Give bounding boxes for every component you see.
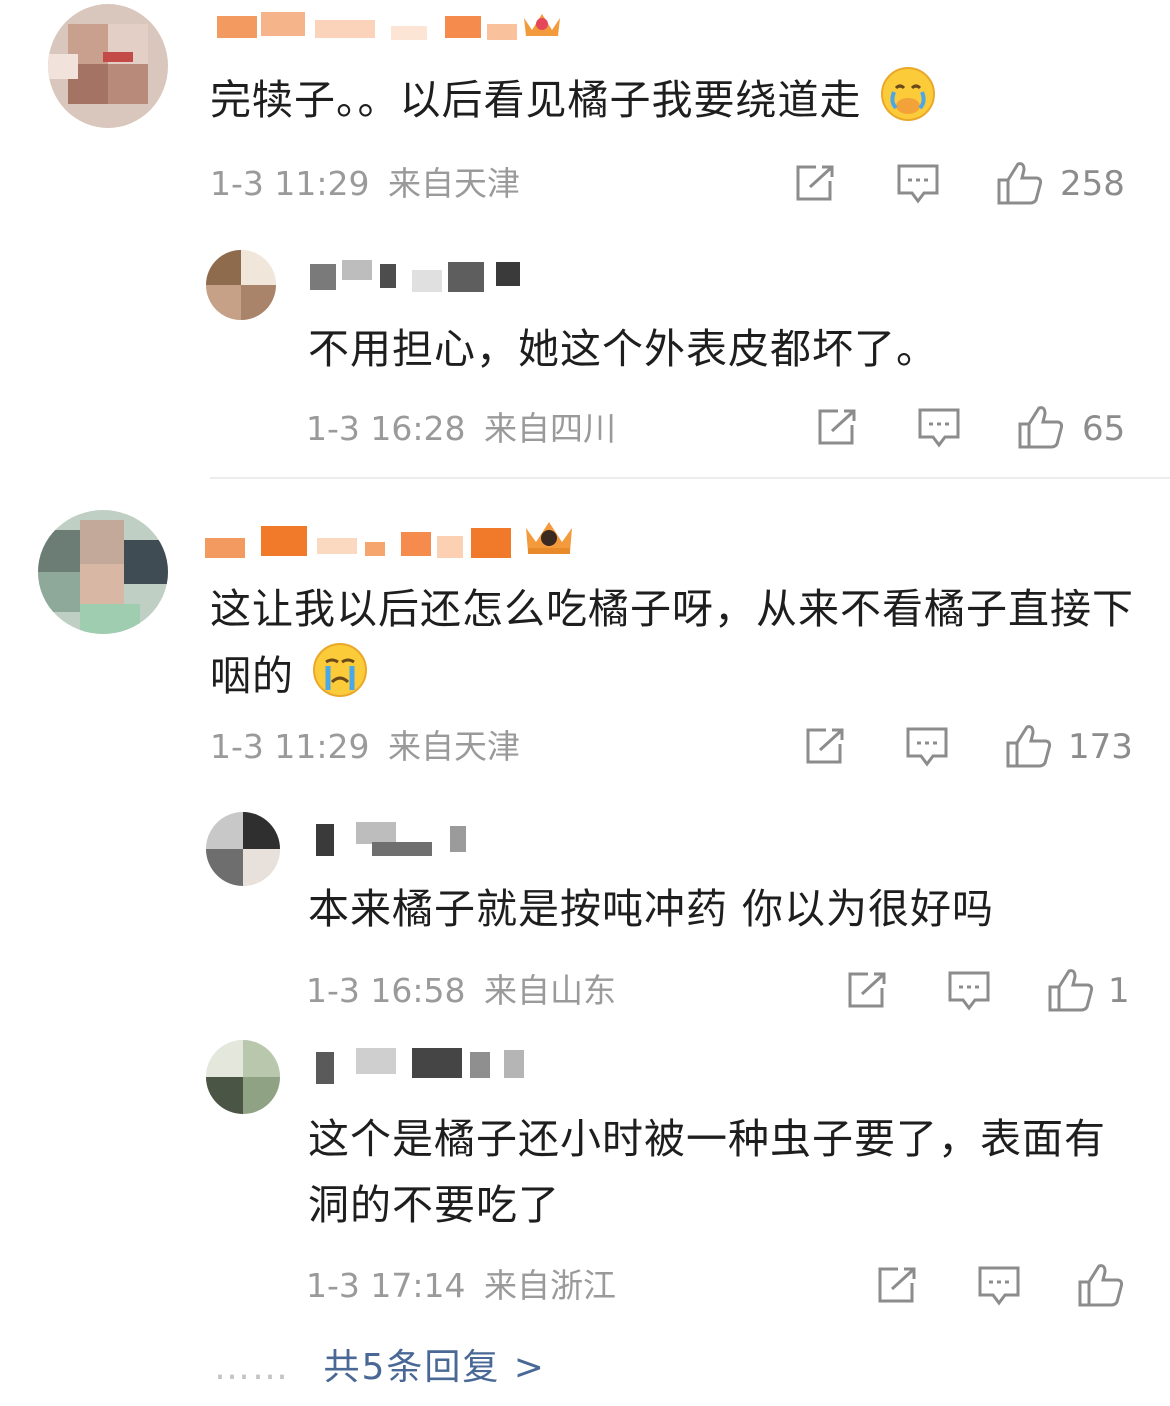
comment-icon[interactable] [905,726,949,772]
comment-icon[interactable] [947,970,991,1016]
share-icon[interactable] [816,407,860,451]
timestamp: 1-3 17:14 [306,1266,466,1305]
username-blurred[interactable] [300,820,500,864]
like-icon[interactable] [1017,404,1065,454]
share-icon[interactable] [846,970,890,1014]
comment-text: 这个是橘子还小时被一种虫子要了，表面有洞的不要吃了 [308,1115,1106,1229]
view-more-replies-link[interactable]: 共5条回复 > [323,1347,546,1388]
username-blurred[interactable] [205,6,535,50]
timestamp: 1-3 11:29 [210,164,370,203]
avatar[interactable] [206,250,276,320]
more-replies-dots: …… [214,1347,290,1388]
location: 来自山东 [484,971,616,1010]
share-icon[interactable] [876,1265,920,1309]
comment-meta: 1-3 11:29 来自天津 [210,164,520,204]
like-icon[interactable] [1005,723,1053,773]
comment-text: 这让我以后还怎么吃橘子呀，从来不看橘子直接下咽的 [210,576,1140,717]
username-blurred[interactable] [300,1046,540,1090]
like-icon[interactable] [1077,1262,1125,1312]
crown-badge-icon [520,8,564,44]
like-count: 258 [1060,164,1125,204]
comment-meta: 1-3 11:29 来自天津 [210,727,520,767]
avatar[interactable] [206,812,280,886]
crying-face-emoji-icon [880,66,936,141]
like-icon[interactable] [996,160,1044,210]
like-icon[interactable] [1047,967,1095,1017]
comment-text: 完犊子。。以后看见橘子我要绕道走 [210,66,1130,141]
comment-text: 本来橘子就是按吨冲药 你以为很好吗 [308,885,995,933]
timestamp: 1-3 16:28 [306,409,466,448]
comment-icon[interactable] [977,1265,1021,1311]
comment-meta: 1-3 16:58 来自山东 [306,971,616,1011]
location: 来自天津 [388,164,520,203]
timestamp: 1-3 16:58 [306,971,466,1010]
location: 来自四川 [484,409,616,448]
like-count: 173 [1068,727,1133,767]
comment-meta: 1-3 16:28 来自四川 [306,409,616,449]
share-icon[interactable] [804,726,848,770]
crown-badge-icon [520,516,578,560]
comment-icon[interactable] [917,407,961,453]
like-count: 1 [1108,971,1130,1011]
location: 来自天津 [388,727,520,766]
share-icon[interactable] [794,163,838,207]
comment-icon[interactable] [896,163,940,209]
comment-meta: 1-3 17:14 来自浙江 [306,1266,616,1306]
tearful-face-emoji-icon [312,642,368,717]
username-blurred[interactable] [300,256,540,300]
username-blurred[interactable] [205,520,535,564]
timestamp: 1-3 11:29 [210,727,370,766]
like-count: 65 [1082,409,1126,449]
avatar[interactable] [206,1040,280,1114]
comment-text: 不用担心，她这个外表皮都坏了。 [308,325,938,373]
divider [210,477,1170,479]
more-replies: …… 共5条回复 > [214,1344,546,1392]
location: 来自浙江 [484,1266,616,1305]
avatar[interactable] [48,4,168,128]
avatar[interactable] [38,510,168,634]
